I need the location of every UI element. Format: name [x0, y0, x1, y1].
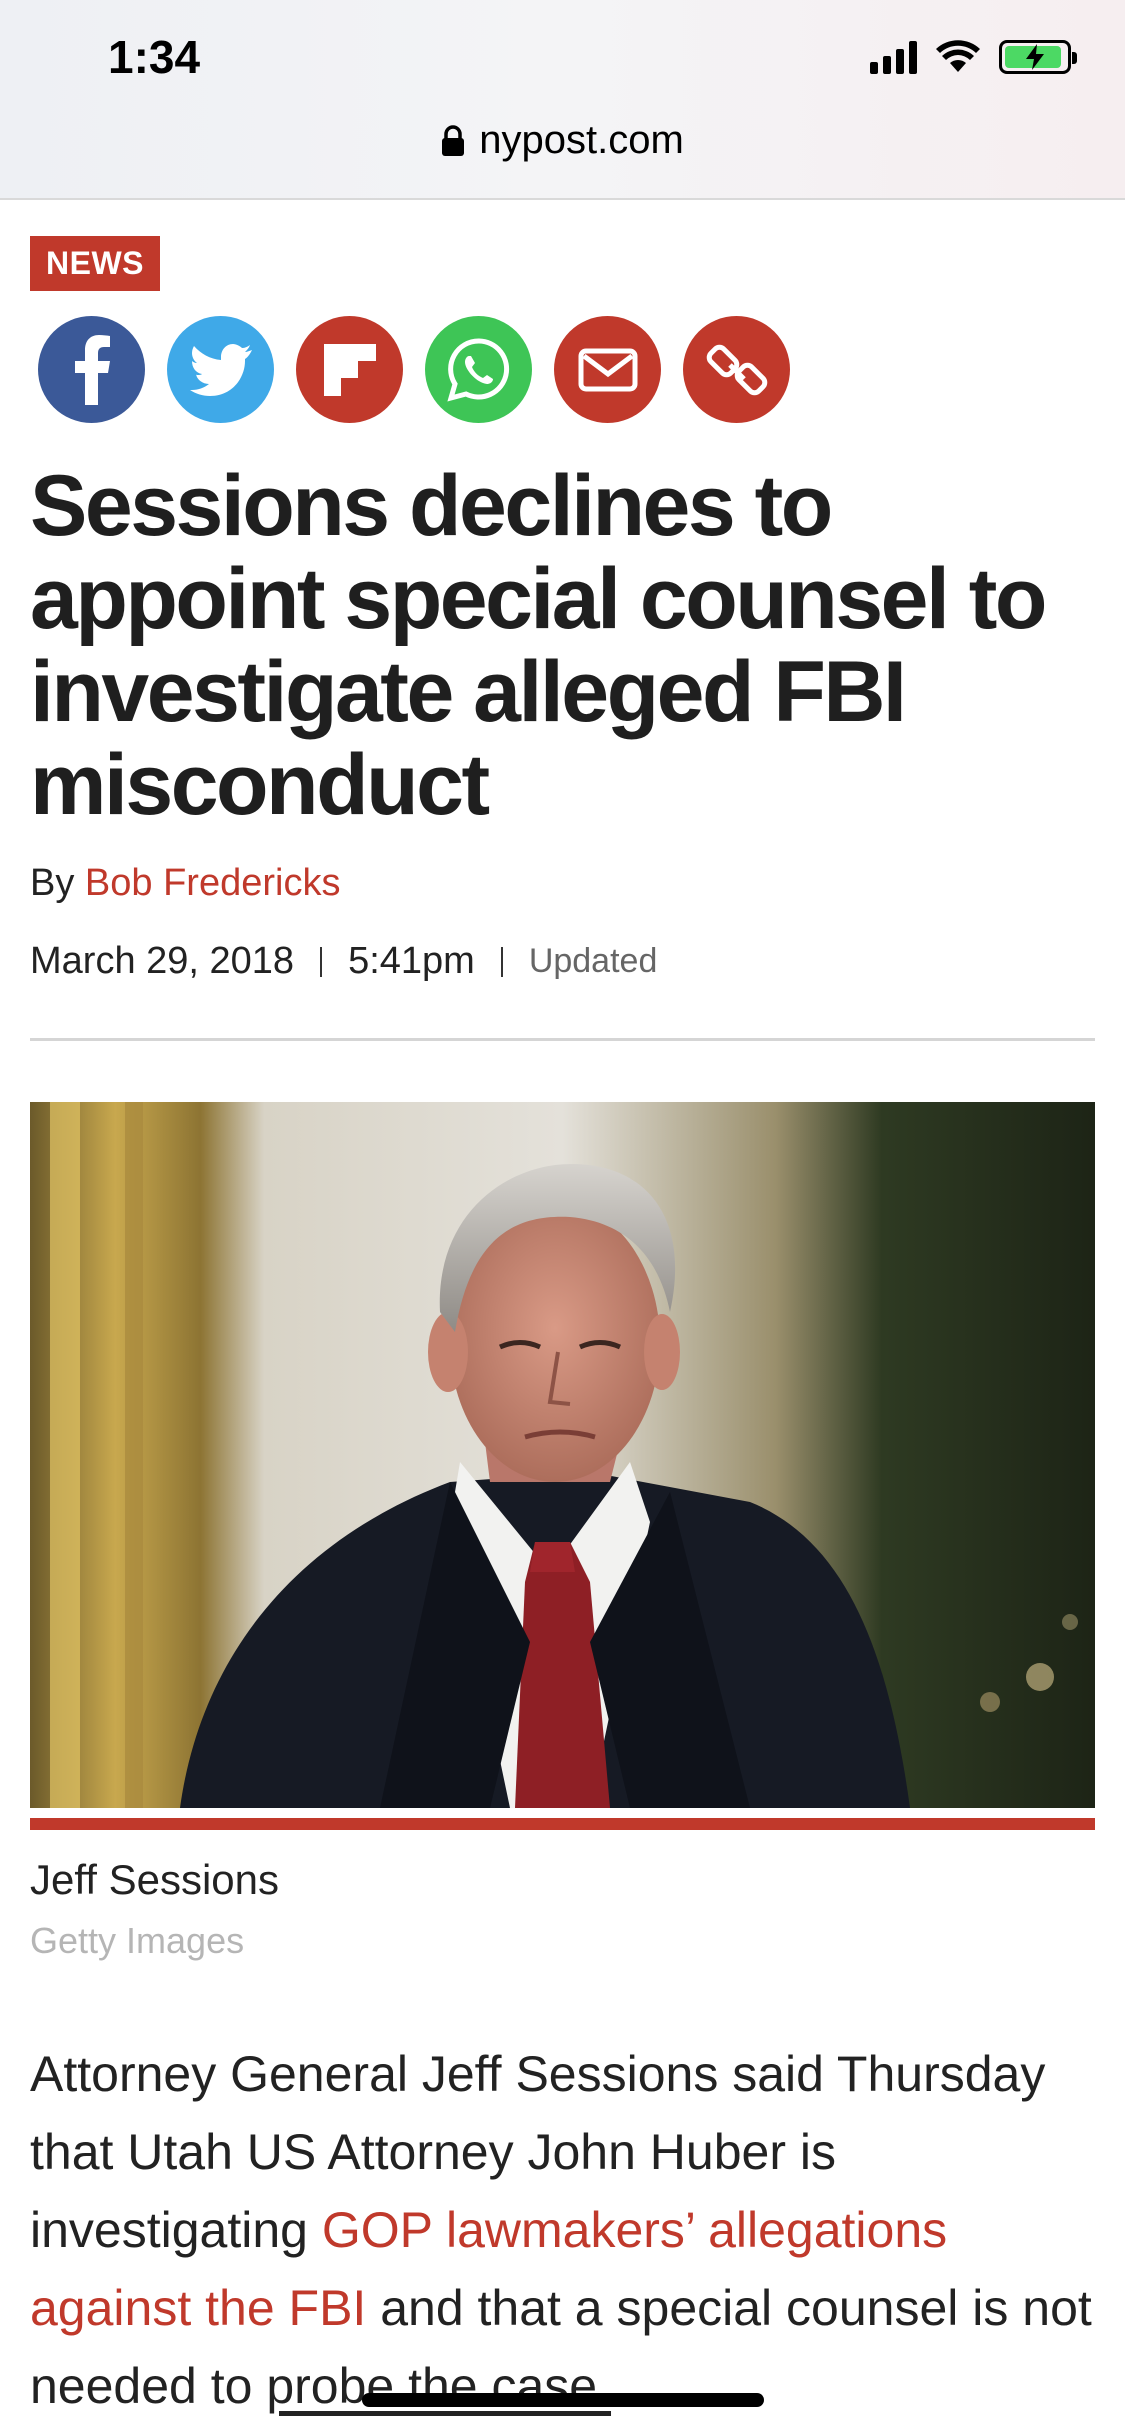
email-share-button[interactable]	[554, 316, 661, 423]
whatsapp-share-button[interactable]	[425, 316, 532, 423]
byline: By Bob Fredericks	[30, 862, 340, 905]
byline-prefix: By	[30, 862, 75, 904]
charging-bolt-icon	[1026, 44, 1044, 70]
copy-link-button[interactable]	[683, 316, 790, 423]
share-buttons	[38, 316, 790, 423]
battery-icon	[999, 40, 1077, 74]
publish-date: March 29, 2018	[30, 940, 295, 982]
author-link[interactable]: Bob Fredericks	[85, 862, 341, 904]
updated-label[interactable]: Updated	[529, 942, 658, 981]
wifi-icon	[936, 40, 980, 72]
browser-chrome: 1:34 nypost.com	[0, 0, 1125, 200]
dateline: March 29, 2018 5:41pm Updated	[30, 940, 657, 983]
facebook-icon	[74, 334, 110, 405]
photo-illustration	[30, 1102, 1095, 1808]
home-indicator[interactable]	[362, 2393, 764, 2407]
publish-time: 5:41pm	[348, 940, 475, 982]
status-icons	[870, 40, 1077, 74]
section-tag[interactable]: NEWS	[30, 236, 160, 291]
photo-credit: Getty Images	[30, 1920, 245, 1961]
status-time: 1:34	[108, 31, 201, 83]
separator	[320, 946, 323, 977]
email-icon	[578, 348, 637, 391]
divider	[30, 1038, 1095, 1041]
twitter-share-button[interactable]	[167, 316, 274, 423]
lock-icon	[442, 124, 465, 156]
article-body-paragraph: Attorney General Jeff Sessions said Thur…	[30, 2035, 1100, 2425]
photo-caption: Jeff Sessions	[30, 1856, 280, 1903]
flipboard-share-button[interactable]	[296, 316, 403, 423]
article-headline: Sessions declines to appoint special cou…	[30, 458, 1047, 833]
link-icon	[706, 344, 767, 395]
article-photo[interactable]	[30, 1102, 1095, 1808]
separator	[500, 946, 503, 977]
flipboard-icon	[323, 343, 376, 396]
url-text: nypost.com	[479, 118, 684, 162]
facebook-share-button[interactable]	[38, 316, 145, 423]
address-bar[interactable]: nypost.com	[0, 118, 1125, 163]
whatsapp-icon	[446, 337, 509, 402]
twitter-icon	[189, 343, 252, 396]
photo-accent-bar	[30, 1818, 1095, 1830]
cellular-signal-icon	[870, 40, 917, 74]
